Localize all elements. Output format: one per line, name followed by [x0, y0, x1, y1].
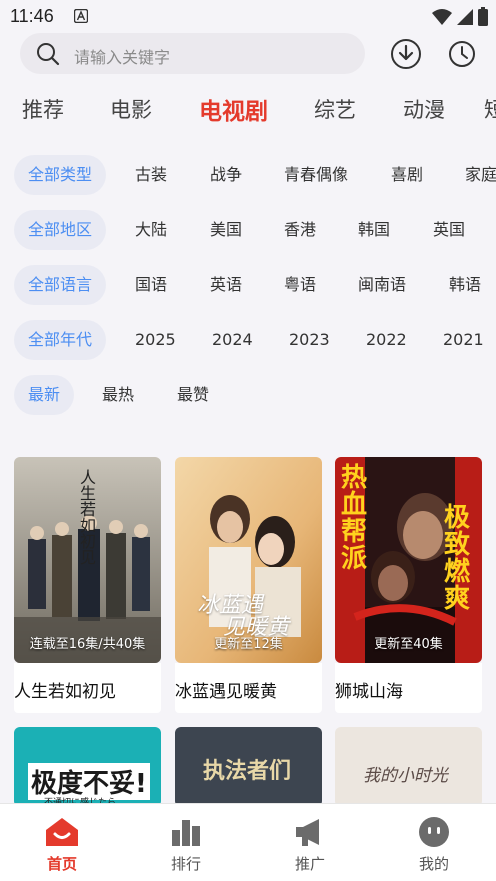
filter-type-option[interactable]: 喜剧: [391, 155, 423, 195]
search-bar[interactable]: 请输入关键字: [20, 33, 365, 74]
nav-home[interactable]: 首页: [22, 816, 102, 874]
show-poster-partial[interactable]: 极度不妥! 不通切に感じたら: [14, 727, 161, 807]
filter-row-region: 全部地区 大陆 美国 香港 韩国 英国: [0, 210, 496, 252]
wifi-icon: [432, 8, 452, 25]
tab-tv-series[interactable]: 电视剧: [199, 94, 268, 126]
filter-row-year: 全部年代 2025 2024 2023 2022 2021: [0, 320, 496, 362]
filter-region-all[interactable]: 全部地区: [14, 210, 107, 250]
nav-profile-label: 我的: [418, 855, 449, 873]
tab-anime[interactable]: 动漫: [403, 94, 445, 124]
filter-region-option[interactable]: 大陆: [135, 210, 167, 250]
poster-title-art: 我的小时光: [363, 766, 448, 786]
nav-home-label: 首页: [46, 855, 77, 873]
show-poster-partial[interactable]: 执法者们: [175, 727, 322, 807]
nav-promote-label: 推广: [294, 855, 325, 873]
tab-short[interactable]: 短: [484, 94, 496, 124]
ranking-chart-icon: [172, 820, 200, 846]
show-card[interactable]: 冰蓝遇 见暖黄 更新至12集 冰蓝遇见暖黄: [175, 457, 322, 713]
filter-language-option[interactable]: 国语: [135, 265, 167, 305]
show-poster-partial[interactable]: 我的小时光: [335, 727, 482, 807]
tab-variety[interactable]: 综艺: [314, 94, 356, 124]
history-clock-icon[interactable]: [446, 38, 478, 70]
profile-face-icon: [419, 817, 449, 847]
filter-language-all[interactable]: 全部语言: [14, 265, 107, 305]
filter-language-option[interactable]: 韩语: [449, 265, 481, 305]
filter-language-option[interactable]: 粤语: [284, 265, 316, 305]
search-icon: [37, 43, 60, 66]
megaphone-icon: [296, 819, 319, 846]
sort-latest[interactable]: 最新: [14, 375, 75, 415]
episode-badge: 更新至12集: [214, 637, 283, 652]
filter-type-option[interactable]: 古装: [135, 155, 167, 195]
poster-slogan-right: 极致燃爽: [444, 503, 471, 614]
home-icon: [46, 818, 78, 846]
download-icon[interactable]: [390, 38, 422, 70]
notification-a-icon: [74, 9, 88, 23]
filter-year-option[interactable]: 2021: [443, 320, 484, 360]
filter-row-language: 全部语言 国语 英语 粤语 闽南语 韩语: [0, 265, 496, 307]
filter-region-option[interactable]: 韩国: [358, 210, 390, 250]
poster-title-art: 执法者们: [203, 759, 292, 784]
nav-ranking-label: 排行: [170, 855, 201, 873]
filter-row-type: 全部类型 古装 战争 青春偶像 喜剧 家庭: [0, 155, 496, 197]
filter-region-option[interactable]: 英国: [433, 210, 465, 250]
nav-profile[interactable]: 我的: [394, 816, 474, 874]
show-card[interactable]: 人生若如初见 连载至16集/共40集 人生若如初见: [14, 457, 161, 713]
filter-region-option[interactable]: 美国: [210, 210, 242, 250]
status-time: 11:46: [10, 6, 54, 26]
card-title-bar: 狮城山海: [335, 663, 482, 713]
filter-type-option[interactable]: 战争: [210, 155, 242, 195]
bottom-navigation: 首页 排行 推广 我的: [0, 803, 496, 881]
filter-year-all[interactable]: 全部年代: [14, 320, 107, 360]
nav-ranking[interactable]: 排行: [146, 816, 226, 874]
filter-year-option[interactable]: 2024: [212, 320, 253, 360]
filter-type-option[interactable]: 青春偶像: [284, 155, 348, 195]
card-title-bar: 人生若如初见: [14, 663, 161, 713]
sort-most-liked[interactable]: 最赞: [177, 375, 209, 415]
show-title: 冰蓝遇见暖黄: [175, 682, 277, 702]
filter-type-option[interactable]: 家庭: [465, 155, 496, 195]
signal-icon: [457, 8, 473, 25]
nav-promote[interactable]: 推广: [270, 816, 350, 874]
app-screen: 11:46 请输入关键字 推荐 电影 电视剧 综艺 动漫 短 全部类型 古装 战…: [0, 0, 496, 881]
filter-language-option[interactable]: 闽南语: [358, 265, 406, 305]
poster-slogan-left: 热血帮派: [341, 463, 368, 574]
filter-region-option[interactable]: 香港: [284, 210, 316, 250]
filter-year-option[interactable]: 2023: [289, 320, 330, 360]
show-poster[interactable]: 人生若如初见 连载至16集/共40集: [14, 457, 161, 663]
search-placeholder: 请输入关键字: [74, 48, 171, 67]
show-title: 人生若如初见: [14, 682, 116, 702]
tab-recommend[interactable]: 推荐: [22, 94, 64, 124]
filter-row-sort: 最新 最热 最赞: [0, 375, 496, 417]
poster-title-art: 人生若如初见: [77, 469, 96, 565]
show-poster[interactable]: 冰蓝遇 见暖黄 更新至12集: [175, 457, 322, 663]
show-title: 狮城山海: [335, 682, 403, 702]
tab-movies[interactable]: 电影: [110, 94, 152, 124]
show-card[interactable]: 热血帮派 极致燃爽 更新至40集 狮城山海: [335, 457, 482, 713]
card-title-bar: 冰蓝遇见暖黄: [175, 663, 322, 713]
battery-icon: [478, 7, 488, 26]
show-poster[interactable]: 热血帮派 极致燃爽 更新至40集: [335, 457, 482, 663]
episode-badge: 连载至16集/共40集: [29, 637, 146, 652]
filter-type-all[interactable]: 全部类型: [14, 155, 107, 195]
category-tabs: 推荐 电影 电视剧 综艺 动漫 短: [0, 94, 496, 134]
filter-language-option[interactable]: 英语: [210, 265, 242, 305]
sort-hottest[interactable]: 最热: [102, 375, 134, 415]
filter-year-option[interactable]: 2025: [135, 320, 176, 360]
episode-badge: 更新至40集: [374, 637, 443, 652]
status-bar: 11:46: [0, 0, 496, 34]
system-icons: [432, 7, 488, 26]
filter-year-option[interactable]: 2022: [366, 320, 407, 360]
